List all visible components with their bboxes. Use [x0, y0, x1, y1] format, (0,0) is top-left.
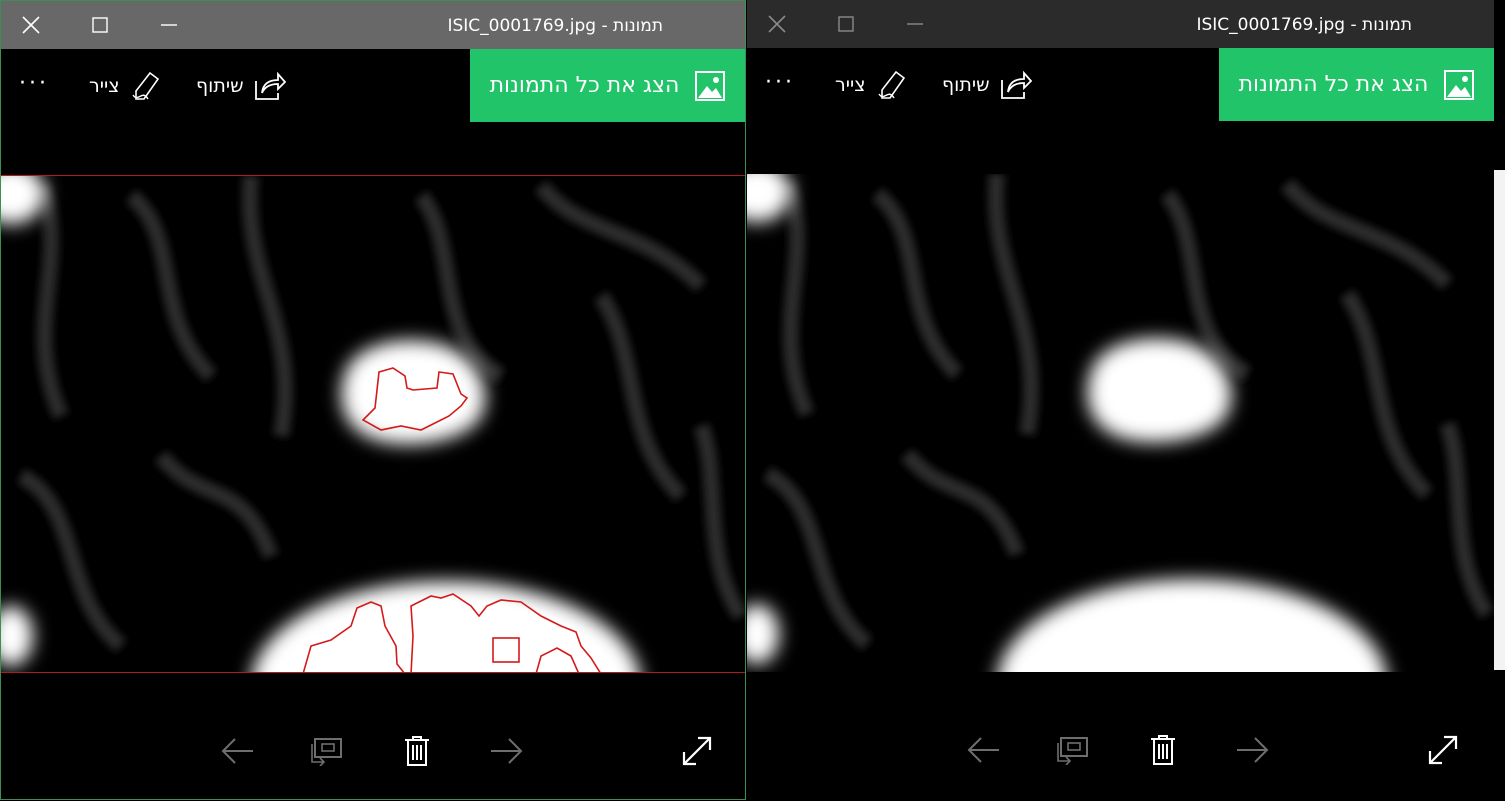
image-viewer[interactable]	[747, 174, 1494, 672]
slideshow-icon	[311, 738, 342, 766]
more-options-button[interactable]: ···	[765, 70, 795, 95]
trash-icon	[1151, 735, 1175, 765]
delete-button[interactable]	[1143, 730, 1183, 770]
share-label: שיתוף	[942, 73, 990, 96]
show-all-label: הצג את כל התמונות	[489, 73, 680, 98]
show-all-photos-button[interactable]: הצג את כל התמונות	[470, 49, 745, 122]
minimize-button[interactable]	[146, 1, 192, 49]
image-icon	[1444, 69, 1475, 100]
bottom-command-bar	[1, 701, 745, 796]
image-icon	[695, 70, 726, 101]
share-button[interactable]: שיתוף	[196, 49, 286, 122]
pen-icon	[131, 71, 159, 100]
draw-label: צייר	[835, 73, 866, 96]
draw-button[interactable]: צייר	[835, 48, 910, 121]
delete-button[interactable]	[397, 731, 437, 771]
title-bar[interactable]: ISIC_0001769.jpg - תמונות	[747, 0, 1494, 48]
slideshow-button[interactable]	[307, 731, 347, 771]
arrow-right-icon	[1237, 737, 1269, 763]
lesion-mask-image	[1, 176, 745, 672]
window-title: ISIC_0001769.jpg - תמונות	[1196, 15, 1412, 35]
previous-button[interactable]	[217, 731, 257, 771]
more-options-button[interactable]: ···	[19, 71, 49, 96]
photos-window-left: ISIC_0001769.jpg - תמונות ··· צייר שיתוף…	[0, 0, 746, 800]
lesion-mask-image	[747, 174, 1494, 672]
next-button[interactable]	[487, 731, 527, 771]
close-icon	[768, 15, 786, 33]
maximize-icon	[92, 17, 108, 33]
slideshow-icon	[1057, 737, 1088, 765]
pen-icon	[877, 70, 905, 99]
share-icon	[254, 71, 286, 100]
fullscreen-button[interactable]	[677, 731, 717, 771]
toolbar: ··· צייר שיתוף הצג את כל התמונות	[1, 49, 745, 122]
minimize-icon	[907, 23, 923, 25]
draw-button[interactable]: צייר	[89, 49, 164, 122]
previous-button[interactable]	[963, 730, 1003, 770]
close-button[interactable]	[8, 1, 54, 49]
share-button[interactable]: שיתוף	[942, 48, 1032, 121]
maximize-icon	[838, 16, 854, 32]
maximize-button[interactable]	[823, 0, 869, 48]
share-label: שיתוף	[196, 74, 244, 97]
fullscreen-button[interactable]	[1423, 730, 1463, 770]
image-viewer[interactable]	[1, 175, 745, 673]
draw-label: צייר	[89, 74, 120, 97]
maximize-button[interactable]	[77, 1, 123, 49]
close-button[interactable]	[754, 0, 800, 48]
fullscreen-icon	[1428, 735, 1458, 765]
window-title: ISIC_0001769.jpg - תמונות	[447, 16, 663, 36]
minimize-icon	[161, 24, 177, 26]
title-bar[interactable]: ISIC_0001769.jpg - תמונות	[1, 1, 745, 49]
background-window-edge	[1494, 170, 1505, 670]
show-all-label: הצג את כל התמונות	[1238, 72, 1429, 97]
bottom-command-bar	[747, 700, 1494, 795]
arrow-left-icon	[221, 738, 253, 764]
next-button[interactable]	[1233, 730, 1273, 770]
toolbar: ··· צייר שיתוף הצג את כל התמונות	[747, 48, 1494, 121]
arrow-right-icon	[491, 738, 523, 764]
fullscreen-icon	[682, 736, 712, 766]
trash-icon	[405, 736, 429, 766]
photos-window-right: ISIC_0001769.jpg - תמונות ··· צייר שיתוף…	[747, 0, 1494, 800]
arrow-left-icon	[967, 737, 999, 763]
share-icon	[1000, 70, 1032, 99]
slideshow-button[interactable]	[1053, 730, 1093, 770]
close-icon	[22, 16, 40, 34]
minimize-button[interactable]	[892, 0, 938, 48]
show-all-photos-button[interactable]: הצג את כל התמונות	[1219, 48, 1494, 121]
